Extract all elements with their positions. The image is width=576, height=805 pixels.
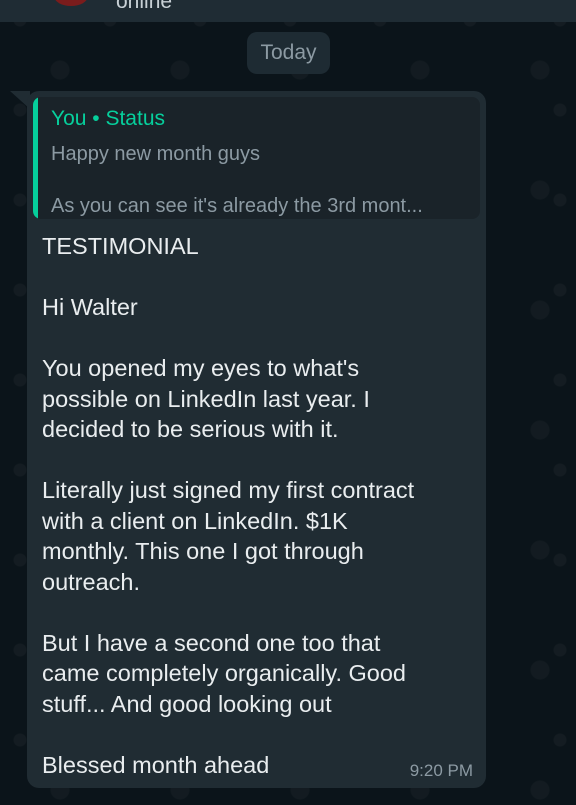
chat-header[interactable]: online <box>0 0 576 22</box>
message-paragraph: TESTIMONIAL <box>42 233 199 259</box>
date-separator: Today <box>247 32 330 74</box>
quote-accent-bar <box>33 97 38 219</box>
quote-text-line: As you can see it's already the 3rd mont… <box>51 195 423 217</box>
status-reply-quote[interactable]: You • Status Happy new month guys As you… <box>33 97 480 219</box>
message-paragraph: Literally just signed my first contract … <box>42 477 415 595</box>
message-bubble[interactable]: You • Status Happy new month guys As you… <box>27 91 486 788</box>
quote-author: You • Status <box>51 107 165 130</box>
message-text: TESTIMONIAL Hi Walter You opened my eyes… <box>42 231 474 780</box>
contact-avatar[interactable] <box>54 0 88 6</box>
message-timestamp: 9:20 PM <box>409 761 473 780</box>
message-paragraph: But I have a second one too that came co… <box>42 629 406 717</box>
quote-text-line: Happy new month guys <box>51 143 261 165</box>
message-paragraph: You opened my eyes to what's possible on… <box>42 355 370 442</box>
contact-status: online <box>116 0 173 13</box>
message-paragraph: Hi Walter <box>42 294 138 320</box>
